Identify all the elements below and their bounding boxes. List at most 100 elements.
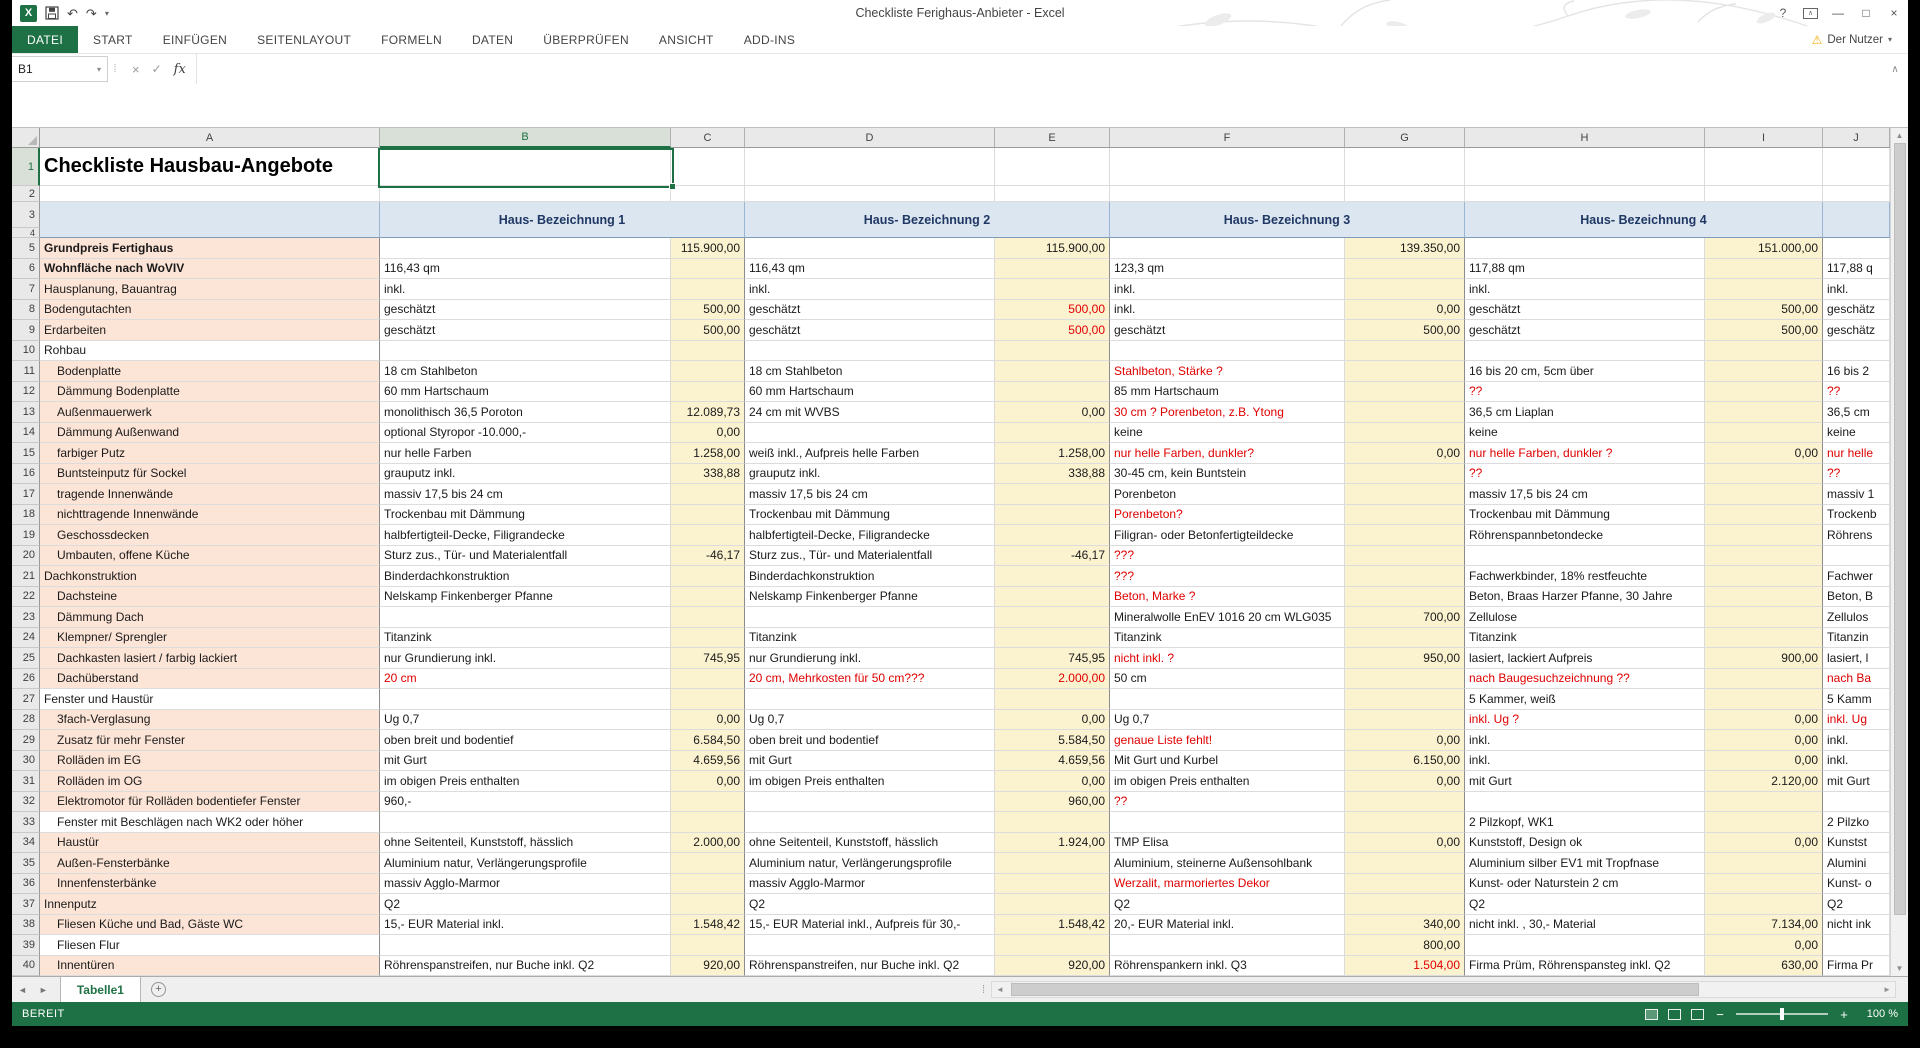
- cell-B38[interactable]: 15,- EUR Material inkl.: [380, 915, 671, 936]
- col-header-H[interactable]: H: [1465, 128, 1705, 148]
- cell-A40[interactable]: Innentüren: [40, 956, 380, 977]
- cell-J27[interactable]: 5 Kamm: [1823, 689, 1890, 710]
- add-sheet-button[interactable]: +: [151, 982, 166, 997]
- cell-C39[interactable]: [671, 935, 745, 956]
- cell-A26[interactable]: Dachüberstand: [40, 669, 380, 690]
- cell-A13[interactable]: Außenmauerwerk: [40, 402, 380, 423]
- cell-E36[interactable]: [995, 874, 1110, 895]
- row-header-7[interactable]: 7: [12, 279, 40, 300]
- cell-G23[interactable]: 700,00: [1345, 607, 1465, 628]
- cell-A12[interactable]: Dämmung Bodenplatte: [40, 382, 380, 403]
- cell-D14[interactable]: [745, 423, 995, 444]
- cell-I6[interactable]: [1705, 259, 1823, 280]
- cell-D24[interactable]: Titanzink: [745, 628, 995, 649]
- zoom-in-icon[interactable]: +: [1838, 1007, 1850, 1022]
- cell-I23[interactable]: [1705, 607, 1823, 628]
- tab-scroll-splitter[interactable]: ⁞: [982, 984, 991, 996]
- cell-G12[interactable]: [1345, 382, 1465, 403]
- cell-J3[interactable]: [1823, 202, 1890, 238]
- cell-B26[interactable]: 20 cm: [380, 669, 671, 690]
- ribbon-tab-seitenlayout[interactable]: SEITENLAYOUT: [242, 26, 366, 53]
- cell-D7[interactable]: inkl.: [745, 279, 995, 300]
- ribbon-tab-formeln[interactable]: FORMELN: [366, 26, 457, 53]
- cell-H26[interactable]: nach Baugesuchzeichnung ??: [1465, 669, 1705, 690]
- cell-I20[interactable]: [1705, 546, 1823, 567]
- cell-E6[interactable]: [995, 259, 1110, 280]
- cell-E23[interactable]: [995, 607, 1110, 628]
- cell-A9[interactable]: Erdarbeiten: [40, 320, 380, 341]
- cell-D1[interactable]: [745, 148, 995, 186]
- cell-B10[interactable]: [380, 341, 671, 362]
- cell-H38[interactable]: nicht inkl. , 30,- Material: [1465, 915, 1705, 936]
- cell-H39[interactable]: [1465, 935, 1705, 956]
- cell-E11[interactable]: [995, 361, 1110, 382]
- row-header-39[interactable]: 39: [12, 935, 40, 956]
- cell-A7[interactable]: Hausplanung, Bauantrag: [40, 279, 380, 300]
- cell-C16[interactable]: 338,88: [671, 464, 745, 485]
- cell-G14[interactable]: [1345, 423, 1465, 444]
- sheet-nav-right-icon[interactable]: ►: [33, 985, 54, 995]
- cell-C11[interactable]: [671, 361, 745, 382]
- row-header-6[interactable]: 6: [12, 259, 40, 280]
- cell-A18[interactable]: nichttragende Innenwände: [40, 505, 380, 526]
- cell-I39[interactable]: 0,00: [1705, 935, 1823, 956]
- cell-F22[interactable]: Beton, Marke ?: [1110, 587, 1345, 608]
- cell-I16[interactable]: [1705, 464, 1823, 485]
- cell-A31[interactable]: Rolläden im OG: [40, 771, 380, 792]
- cell-F39[interactable]: [1110, 935, 1345, 956]
- row-header-8[interactable]: 8: [12, 300, 40, 321]
- cell-F29[interactable]: genaue Liste fehlt!: [1110, 730, 1345, 751]
- cell-C14[interactable]: 0,00: [671, 423, 745, 444]
- cell-C35[interactable]: [671, 853, 745, 874]
- zoom-level-label[interactable]: 100 %: [1860, 1008, 1898, 1020]
- cancel-entry-icon[interactable]: ×: [132, 62, 140, 77]
- maximize-icon[interactable]: □: [1852, 6, 1880, 20]
- redo-icon[interactable]: ↷: [86, 7, 97, 20]
- row-header-36[interactable]: 36: [12, 874, 40, 895]
- row-header-4[interactable]: 4: [12, 228, 40, 238]
- row-header-21[interactable]: 21: [12, 566, 40, 587]
- cell-D36[interactable]: massiv Agglo-Marmor: [745, 874, 995, 895]
- name-box[interactable]: B1 ▾: [12, 56, 108, 82]
- cell-A16[interactable]: Buntsteinputz für Sockel: [40, 464, 380, 485]
- cell-J30[interactable]: inkl.: [1823, 751, 1890, 772]
- formula-bar-expanded-area[interactable]: [12, 84, 1908, 128]
- cell-B5[interactable]: [380, 238, 671, 259]
- cell-E24[interactable]: [995, 628, 1110, 649]
- cell-B12[interactable]: 60 mm Hartschaum: [380, 382, 671, 403]
- cell-D19[interactable]: halbfertigteil-Decke, Filigrandecke: [745, 525, 995, 546]
- col-header-F[interactable]: F: [1110, 128, 1345, 148]
- zoom-slider-thumb[interactable]: [1780, 1008, 1784, 1020]
- sheet-tab-tabelle1[interactable]: Tabelle1: [60, 977, 141, 1002]
- cell-H40[interactable]: Firma Prüm, Röhrenspansteg inkl. Q2: [1465, 956, 1705, 977]
- cell-H23[interactable]: Zellulose: [1465, 607, 1705, 628]
- cell-I11[interactable]: [1705, 361, 1823, 382]
- vertical-scrollbar[interactable]: ▲ ▼: [1890, 128, 1908, 976]
- cell-B23[interactable]: [380, 607, 671, 628]
- row-header-20[interactable]: 20: [12, 546, 40, 567]
- cell-G30[interactable]: 6.150,00: [1345, 751, 1465, 772]
- cell-C25[interactable]: 745,95: [671, 648, 745, 669]
- select-all-corner[interactable]: [12, 128, 40, 148]
- cell-G2[interactable]: [1345, 186, 1465, 202]
- cell-G6[interactable]: [1345, 259, 1465, 280]
- cell-F37[interactable]: Q2: [1110, 894, 1345, 915]
- cell-H33[interactable]: 2 Pilzkopf, WK1: [1465, 812, 1705, 833]
- cell-J21[interactable]: Fachwer: [1823, 566, 1890, 587]
- cell-J16[interactable]: ??: [1823, 464, 1890, 485]
- cell-G40[interactable]: 1.504,00: [1345, 956, 1465, 977]
- cell-F26[interactable]: 50 cm: [1110, 669, 1345, 690]
- cell-I37[interactable]: [1705, 894, 1823, 915]
- row-header-30[interactable]: 30: [12, 751, 40, 772]
- cell-H22[interactable]: Beton, Braas Harzer Pfanne, 30 Jahre: [1465, 587, 1705, 608]
- cell-A27[interactable]: Fenster und Haustür: [40, 689, 380, 710]
- col-header-I[interactable]: I: [1705, 128, 1823, 148]
- cell-F24[interactable]: Titanzink: [1110, 628, 1345, 649]
- cell-A3[interactable]: [40, 202, 380, 238]
- col-header-G[interactable]: G: [1345, 128, 1465, 148]
- cell-H10[interactable]: [1465, 341, 1705, 362]
- cell-F38[interactable]: 20,- EUR Material inkl.: [1110, 915, 1345, 936]
- cell-J19[interactable]: Röhrens: [1823, 525, 1890, 546]
- cell-J36[interactable]: Kunst- o: [1823, 874, 1890, 895]
- cell-F5[interactable]: [1110, 238, 1345, 259]
